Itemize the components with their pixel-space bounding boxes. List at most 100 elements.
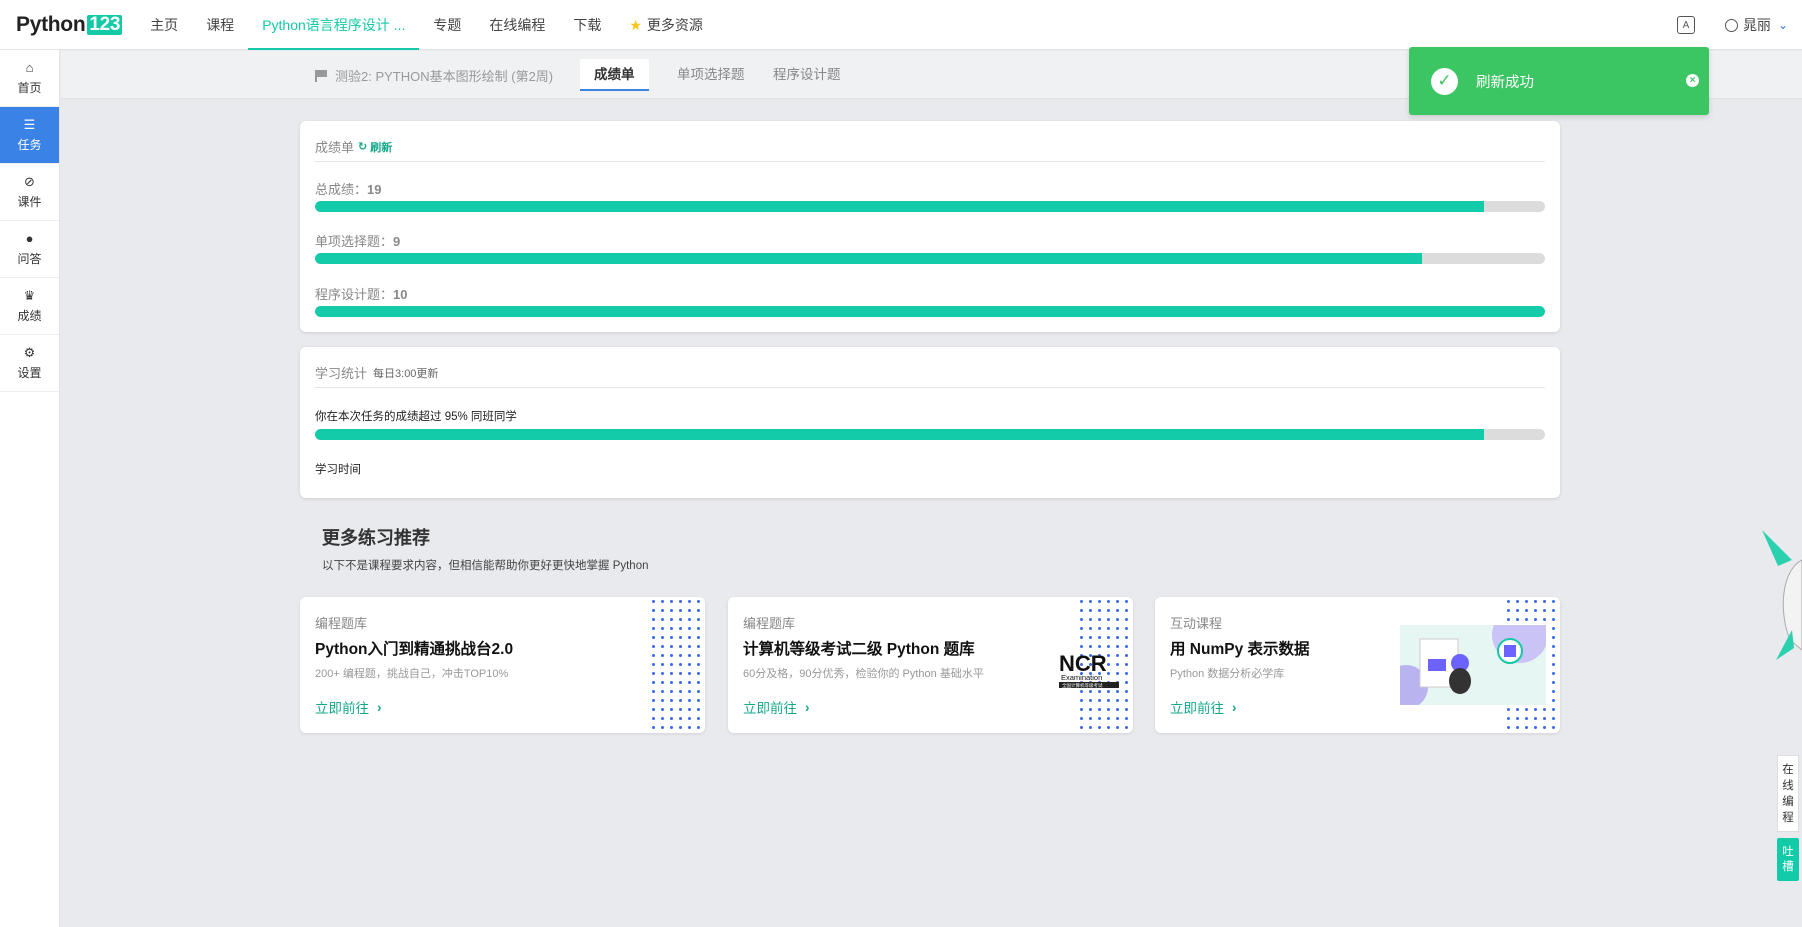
user-menu[interactable]: 晁丽 ⌄ — [1724, 15, 1788, 35]
progress-fill — [315, 429, 1484, 440]
chevron-down-icon: ⌄ — [1777, 18, 1788, 32]
go-link-label: 立即前往 — [1170, 701, 1224, 716]
metric-value: 19 — [367, 182, 382, 197]
metric-name: 总成绩： — [315, 182, 368, 197]
sidebar-item-home[interactable]: ⌂ 首页 — [0, 50, 59, 107]
paperclip-icon: ⊘ — [24, 174, 35, 189]
score-card: 成绩单 ↻ 刷新 总成绩：19 单项选择题：9 程序设计题：10 — [300, 121, 1560, 332]
sidebar-item-label: 成绩 — [17, 309, 42, 323]
sidebar-item-materials[interactable]: ⊘ 课件 — [0, 164, 59, 221]
nav-more-resources[interactable]: ★ 更多资源 — [615, 0, 717, 50]
go-link-label: 立即前往 — [315, 701, 369, 716]
programming-score-bar — [315, 306, 1545, 317]
numpy-cube-icon — [1504, 645, 1516, 657]
top-navbar: Python 123 主页 课程 Python语言程序设计 ... 专题 在线编程… — [0, 0, 1802, 50]
stats-card: 学习统计 每日3:00更新 你在本次任务的成绩超过 95% 同班同学 学习时间 — [300, 347, 1560, 498]
illustration-body — [1449, 668, 1471, 694]
sidebar-item-grades[interactable]: ♛ 成绩 — [0, 278, 59, 335]
sidebar-item-label: 首页 — [17, 81, 42, 95]
mascot-decoration — [1762, 530, 1802, 660]
float-char: 线 — [1782, 779, 1794, 792]
user-icon — [1724, 18, 1738, 32]
main-nav: 主页 课程 Python语言程序设计 ... 专题 在线编程 下载 ★ 更多资源 — [136, 0, 717, 50]
float-char: 在 — [1782, 763, 1794, 776]
score-card-title: 成绩单 — [315, 140, 355, 155]
metric-value: 9 — [393, 234, 401, 249]
float-char: 槽 — [1782, 860, 1794, 873]
tasks-icon: ☰ — [23, 117, 36, 132]
progress-fill — [315, 201, 1484, 212]
illustration-block — [1428, 659, 1446, 671]
toast-message: 刷新成功 — [1476, 74, 1534, 91]
rec-desc: Python 数据分析必学库 — [1170, 668, 1285, 680]
rec-category: 编程题库 — [743, 616, 796, 631]
close-icon[interactable]: × — [1686, 74, 1699, 87]
sidebar-item-settings[interactable]: ⚙ 设置 — [0, 335, 59, 392]
breadcrumb: 测验2: PYTHON基本图形绘制 (第2周) — [315, 51, 553, 99]
star-icon: ★ — [629, 16, 642, 33]
flag-icon — [315, 69, 327, 82]
float-char: 编 — [1782, 795, 1794, 808]
nav-download[interactable]: 下载 — [559, 0, 615, 50]
online-coding-float-button[interactable]: 在 线 编 程 — [1777, 755, 1799, 832]
refresh-label: 刷新 — [370, 141, 393, 154]
divider — [315, 387, 1545, 388]
logo-text: Python — [16, 12, 86, 36]
chevron-right-icon: › — [377, 699, 382, 715]
go-link[interactable]: 立即前往 › — [315, 697, 382, 717]
nav-current-course[interactable]: Python语言程序设计 ... — [248, 0, 420, 50]
mascot-leaf — [1776, 630, 1794, 660]
nav-more-resources-label: 更多资源 — [646, 16, 703, 33]
go-link-label: 立即前往 — [743, 701, 797, 716]
rec-category: 互动课程 — [1170, 616, 1223, 631]
metric-name: 单项选择题： — [315, 234, 394, 249]
chevron-right-icon: › — [805, 699, 810, 715]
go-link[interactable]: 立即前往 › — [1170, 697, 1237, 717]
rec-title: 计算机等级考试二级 Python 题库 — [743, 641, 975, 658]
home-icon: ⌂ — [25, 60, 34, 75]
exceed-text: 你在本次任务的成绩超过 95% 同班同学 — [315, 411, 517, 423]
sidebar-item-label: 任务 — [17, 138, 42, 152]
tab-programming[interactable]: 程序设计题 — [759, 59, 855, 91]
sidebar: ⌂ 首页 ☰ 任务 ⊘ 课件 ● 问答 ♛ 成绩 ⚙ 设置 — [0, 50, 60, 927]
nav-home[interactable]: 主页 — [136, 0, 192, 50]
quiz-title: 测验2: PYTHON基本图形绘制 (第2周) — [335, 68, 554, 84]
stats-card-subtitle: 每日3:00更新 — [373, 367, 439, 380]
rec-title: Python入门到精通挑战台2.0 — [315, 641, 514, 658]
sidebar-item-tasks[interactable]: ☰ 任务 — [0, 107, 59, 164]
feedback-float-button[interactable]: 吐 槽 — [1777, 838, 1799, 881]
nav-topics[interactable]: 专题 — [419, 0, 475, 50]
exceed-bar — [315, 429, 1545, 440]
metric-name: 程序设计题： — [315, 287, 394, 302]
more-practice-title: 更多练习推荐 — [322, 528, 430, 548]
study-time-label: 学习时间 — [315, 464, 361, 476]
refresh-button[interactable]: ↻ 刷新 — [358, 139, 392, 155]
logo-number: 123 — [87, 13, 123, 35]
score-card-header: 成绩单 ↻ 刷新 — [315, 137, 392, 156]
translate-icon[interactable]: A — [1676, 16, 1695, 34]
go-link[interactable]: 立即前往 › — [743, 697, 810, 717]
total-score-bar — [315, 201, 1545, 212]
chevron-right-icon: › — [1232, 699, 1237, 715]
divider — [315, 161, 1545, 162]
sidebar-item-label: 设置 — [17, 366, 42, 380]
progress-fill — [315, 306, 1545, 317]
logo[interactable]: Python 123 — [16, 12, 123, 37]
gear-icon: ⚙ — [23, 345, 36, 360]
rec-desc: 200+ 编程题，挑战自己，冲击TOP10% — [315, 668, 509, 680]
tab-single-choice[interactable]: 单项选择题 — [663, 59, 759, 91]
numpy-illustration — [1400, 625, 1546, 705]
single-choice-score-label: 单项选择题：9 — [315, 231, 400, 250]
sidebar-item-qa[interactable]: ● 问答 — [0, 221, 59, 278]
tab-transcript[interactable]: 成绩单 — [580, 59, 649, 91]
success-toast: ✓ 刷新成功 × — [1409, 47, 1709, 115]
single-choice-score-bar — [315, 253, 1545, 264]
rec-card-numpy[interactable]: 互动课程 用 NumPy 表示数据 Python 数据分析必学库 立即前往 › — [1155, 597, 1560, 733]
rec-card-ncre[interactable]: 编程题库 计算机等级考试二级 Python 题库 60分及格，90分优秀，检验你… — [728, 597, 1133, 733]
rec-card-challenge[interactable]: 编程题库 Python入门到精通挑战台2.0 200+ 编程题，挑战自己，冲击T… — [300, 597, 705, 733]
nav-courses[interactable]: 课程 — [192, 0, 248, 50]
stats-card-title: 学习统计 — [315, 366, 368, 381]
nav-online-coding[interactable]: 在线编程 — [475, 0, 559, 50]
programming-score-label: 程序设计题：10 — [315, 284, 407, 303]
comments-icon: ● — [25, 231, 34, 246]
